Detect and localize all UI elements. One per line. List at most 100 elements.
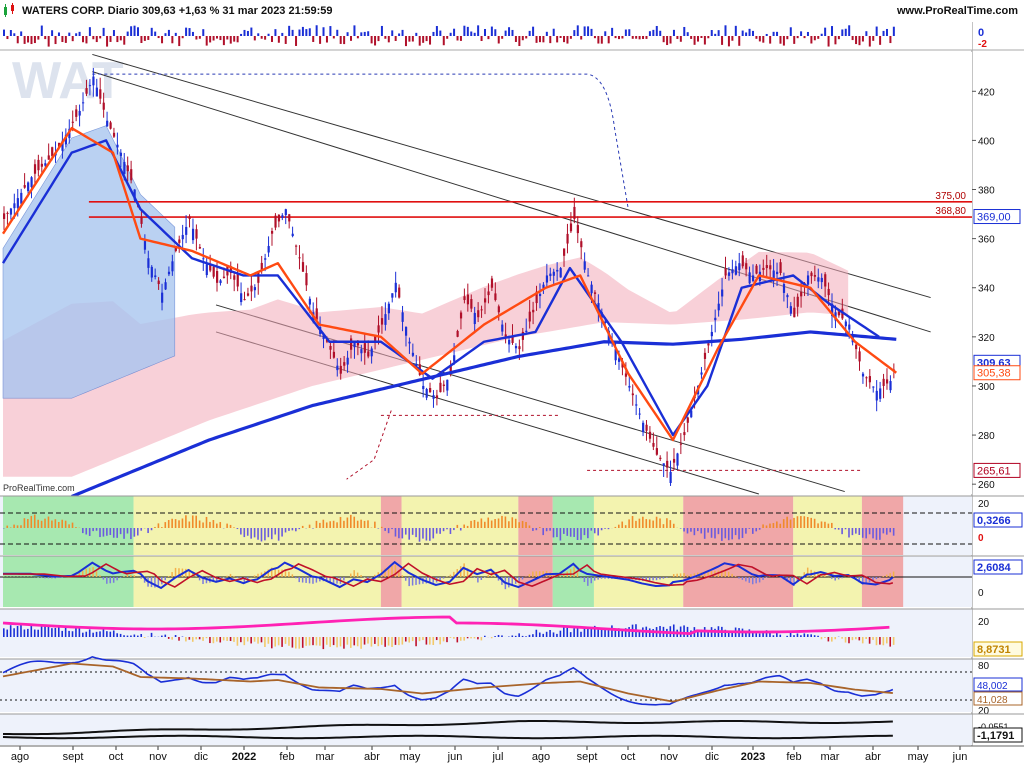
candle-body — [243, 299, 246, 301]
price-tag-label: 305,38 — [977, 368, 1011, 380]
rsi-bar — [112, 528, 115, 538]
rsi-bar — [329, 521, 331, 528]
rsi-bar — [734, 528, 737, 536]
macd-hist-bar — [291, 574, 294, 577]
rsi-bar — [628, 519, 630, 528]
strip-bar — [270, 36, 273, 42]
rsi-bar — [872, 528, 874, 539]
strip-label-neg: -2 — [978, 39, 987, 50]
candle-body — [710, 331, 713, 337]
rsi-bar — [446, 528, 448, 530]
candle-body — [329, 345, 332, 350]
momentum-bar — [459, 637, 462, 641]
price-chart[interactable]: 0-2WAT260280300320340360380400420375,003… — [0, 0, 1024, 768]
rsi-bar — [116, 528, 118, 538]
candle-body — [755, 265, 758, 274]
macd-hist-bar — [751, 577, 754, 585]
momentum-bar — [267, 637, 270, 644]
strip-bar — [473, 32, 476, 36]
macd-hist-bar — [731, 573, 733, 577]
strip-bar — [23, 36, 26, 44]
rsi-bar — [133, 528, 136, 537]
candle-body — [20, 192, 23, 204]
strip-bar — [518, 36, 521, 46]
x-tick-label: nov — [149, 751, 167, 763]
rsi-bar — [786, 516, 788, 528]
candle-body — [456, 330, 459, 337]
rsi-bar — [140, 528, 143, 531]
strip-bar — [240, 33, 243, 36]
momentum-bar — [339, 637, 342, 647]
regime-zone — [861, 496, 904, 555]
candle-body — [686, 417, 689, 423]
rsi-bar — [391, 528, 393, 530]
rsi-bar — [607, 528, 610, 530]
strip-bar — [435, 26, 438, 36]
rsi-bar — [449, 528, 452, 534]
momentum-bar — [559, 630, 562, 637]
rsi-bar — [439, 528, 441, 534]
strip-bar — [676, 36, 679, 39]
candle-body — [157, 280, 160, 285]
macd-hist-bar — [353, 570, 355, 577]
macd-hist-bar — [837, 577, 840, 580]
candle-body — [659, 457, 662, 460]
strip-bar — [64, 36, 67, 43]
strip-bar — [329, 26, 332, 36]
momentum-bar — [473, 637, 476, 639]
momentum-bar — [490, 637, 493, 639]
momentum-bar — [370, 637, 373, 647]
candle-body — [439, 382, 442, 393]
strip-bar — [769, 36, 772, 44]
strip-bar — [727, 36, 730, 47]
momentum-bar — [274, 637, 277, 647]
momentum-bar — [384, 637, 386, 647]
strip-bar — [628, 29, 631, 36]
momentum-bar — [879, 637, 881, 645]
strip-bar — [136, 27, 139, 36]
rsi-bar — [99, 528, 101, 538]
rsi-bar — [174, 519, 177, 528]
strip-bar — [772, 31, 775, 36]
x-tick-label: nov — [660, 751, 678, 763]
strip-bar — [514, 36, 517, 42]
strip-bar — [130, 26, 133, 36]
oscillator-label-value: -1,1791 — [977, 730, 1014, 742]
x-tick-label: mar — [821, 751, 840, 763]
strip-bar — [652, 29, 655, 36]
rsi-bar — [501, 515, 503, 528]
candle-body — [6, 212, 9, 214]
candle-body — [219, 280, 222, 284]
momentum-bar — [140, 634, 143, 637]
macd-hist-bar — [662, 577, 665, 579]
rsi-bar — [535, 528, 538, 531]
rsi-bar — [528, 525, 531, 528]
rsi-bar — [703, 528, 706, 539]
strip-bar — [624, 29, 627, 36]
strip-bar — [662, 36, 665, 43]
strip-bar — [33, 36, 36, 44]
rsi-bar — [147, 528, 149, 534]
candle-body — [140, 217, 143, 224]
rsi-bar — [624, 525, 627, 528]
strip-bar — [188, 28, 191, 36]
rsi-bar — [889, 528, 892, 533]
candle-body — [762, 267, 765, 270]
momentum-bar — [295, 637, 297, 649]
momentum-bar — [408, 637, 411, 643]
strip-bar — [762, 36, 765, 43]
momentum-bar — [868, 637, 871, 644]
strip-bar — [487, 36, 490, 40]
strip-bar — [484, 28, 486, 36]
x-tick-label: 2022 — [232, 751, 256, 763]
momentum-bar — [20, 624, 22, 637]
strip-bar — [216, 36, 219, 39]
strip-bar — [51, 30, 54, 36]
candle-body — [394, 282, 397, 293]
rsi-bar — [229, 524, 232, 528]
momentum-bar — [178, 637, 180, 641]
strip-bar — [250, 27, 253, 36]
candle-body — [212, 266, 215, 277]
momentum-bar — [219, 637, 222, 643]
candle-body — [473, 312, 476, 325]
